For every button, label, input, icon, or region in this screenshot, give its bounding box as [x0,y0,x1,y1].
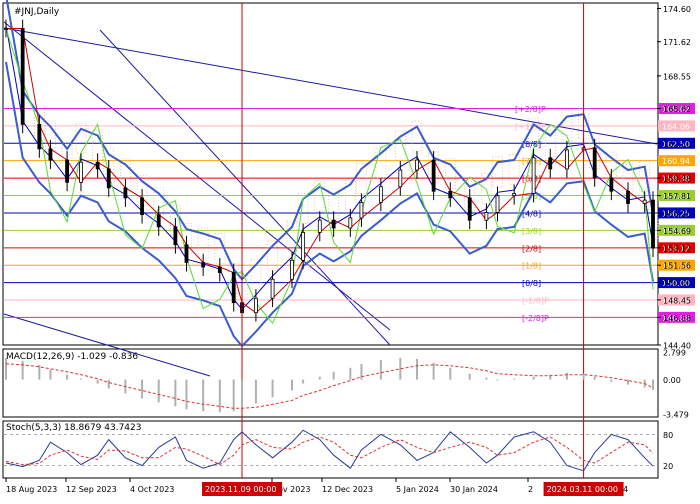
price-bar-body [378,186,383,203]
price-bar-body [467,197,472,221]
chart-window[interactable]: [+2/8]P [+1/8]P [8/8] [7/8] [6/8] [5/8] [4/8][… [0,0,700,500]
murrey-level-label: [+2/8]P [515,105,546,114]
price-bar-body [140,197,144,216]
price-axis-label: 162.50 [663,140,691,149]
stoch-axis-label: 80 [663,431,673,440]
price-bar-body [531,157,536,194]
price-bar-body [37,123,42,150]
price-bar-body [448,190,453,199]
price-axis-label: 174.60 [663,5,691,14]
date-marker-text: 2023.11.09 00:00 [205,485,276,494]
murrey-level-label: [6/8] [522,175,541,184]
price-tag-text: 164.06 [662,122,690,131]
time-axis-label: 30 Jan 2024 [450,485,498,494]
price-bar-body [651,199,655,249]
price-bar-body [642,199,647,204]
price-bar-body [79,161,83,183]
time-axis-label: 12 Sep 2023 [66,485,117,494]
price-bar-body [592,147,597,179]
price-bar-body [415,159,419,171]
price-bar-body [512,193,517,197]
price-bar-body [184,244,189,263]
price-bar-body [565,149,569,170]
price-bar-body [484,211,489,221]
price-axis-label: 154.69 [663,227,691,236]
price-bar-body [609,177,614,192]
price-bar-body [359,201,364,219]
macd-axis-label: 0.00 [663,376,681,385]
price-axis-label: 171.62 [663,38,691,47]
price-axis-label: 156.25 [663,209,691,218]
price-axis-label: 151.56 [663,262,691,271]
stoch-label: Stoch(5,3,3) 18.8679 43.7423 [6,423,141,433]
price-bar-body [348,217,353,229]
price-bar-body [301,232,306,261]
price-bar-body [626,190,630,204]
murrey-level-label: [4/8] [522,209,541,218]
price-bar-body [173,226,178,246]
murrey-level-label: [3/8] [522,227,541,236]
price-bar-body [156,214,161,228]
price-bar-body [431,159,436,192]
price-axis-label: 168.55 [663,72,691,81]
price-bar-body [317,219,322,233]
price-axis-label: 150.00 [663,279,691,288]
price-bar-body [331,219,336,229]
price-bar-body [95,161,100,170]
time-axis-label: 5 Jan 2024 [396,485,439,494]
price-axis-label: 146.88 [663,314,691,323]
price-bar-body [398,169,403,188]
price-axis-label: 153.12 [663,244,691,253]
time-axis-label: 4 Oct 2023 [130,485,174,494]
murrey-level-label: [1/8] [522,262,541,271]
symbol-title: #JNJ,Daily [14,7,60,17]
price-axis-label: 159.38 [663,175,691,184]
stoch-axis-label: 20 [663,462,673,471]
price-bar-body [65,159,69,183]
murrey-level-label: [-1/8]P [522,296,549,305]
price-axis-label: 148.45 [663,296,691,305]
price-axis-label: 165.62 [663,105,691,114]
price-bar-body [4,28,8,30]
price-bar-body [495,195,500,213]
price-bar-body [231,272,236,304]
murrey-level-label: [2/8] [522,244,541,253]
chart-canvas[interactable]: [+2/8]P[+1/8]P[8/8][7/8][6/8][5/8][4/8][… [0,0,700,500]
price-bar-body [20,28,25,125]
price-bar-body [201,262,206,268]
price-bar-body [123,187,128,199]
time-axis-label: 18 Aug 2023 [6,485,57,494]
price-axis-label: 157.81 [663,192,691,201]
macd-label: MACD(12,26,9) -1.029 -0.836 [6,352,138,362]
price-bar-body [217,266,222,273]
murrey-level-label: [0/8] [522,279,541,288]
macd-axis-label: -3.479 [663,411,689,420]
price-tag-text: 160.94 [662,157,690,166]
price-bar-body [548,157,553,170]
macd-axis-label: 2.799 [663,349,686,358]
murrey-level-label: [-2/8]P [522,314,549,323]
price-bar-body [48,148,53,161]
price-bar-body [290,259,294,280]
price-bar-body [106,168,111,189]
time-axis-label: 2 [528,485,533,494]
price-bar-body [270,278,275,299]
time-axis-label: 12 Dec 2023 [322,485,373,494]
price-bar-body [254,297,258,314]
date-marker-text: 2024.03.11 00:00 [547,485,618,494]
